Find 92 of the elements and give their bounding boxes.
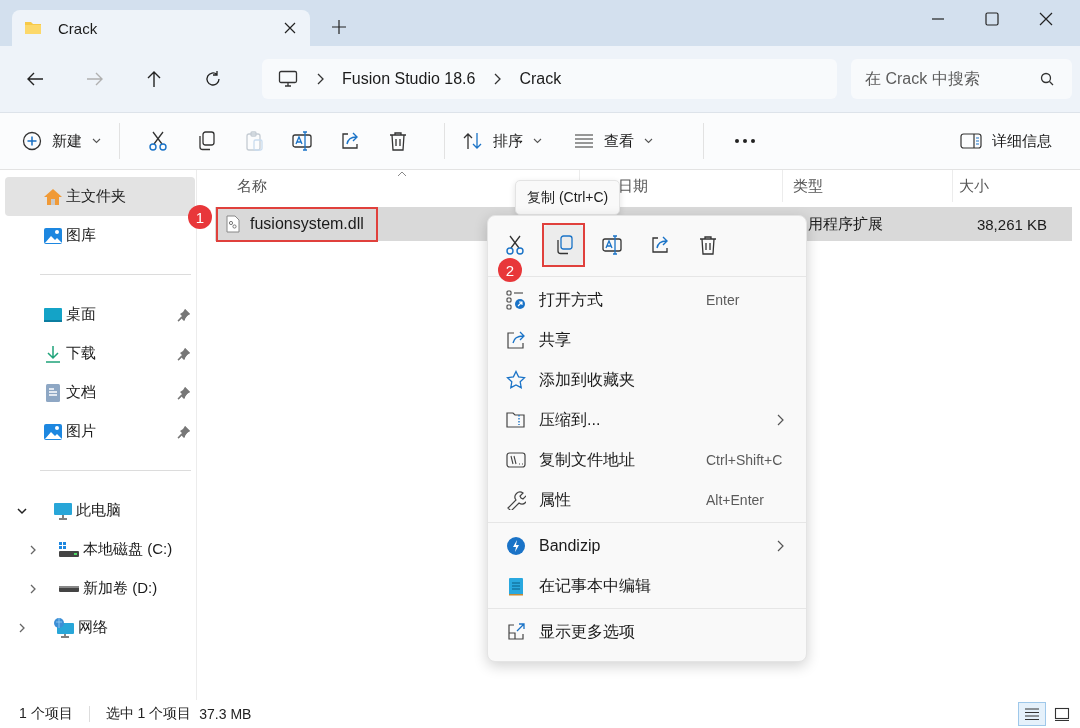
wrench-icon: [506, 490, 526, 510]
drive-icon: [58, 539, 80, 560]
apps-icon: [506, 290, 526, 310]
document-icon: [43, 382, 63, 403]
menu-item[interactable]: 属性 Alt+Enter: [488, 480, 806, 520]
step-badge: 1: [188, 205, 212, 229]
scissors-icon: [147, 130, 169, 152]
drive-icon: [58, 584, 80, 593]
expand-icon: [506, 622, 526, 642]
sidebar-item[interactable]: 文档: [5, 373, 195, 412]
shortcut-hint: Alt+Enter: [706, 492, 764, 508]
dropdown-caret-icon: [533, 138, 542, 144]
search-field[interactable]: 在 Crack 中搜索: [851, 59, 1072, 99]
table-cell-text: 用程序扩展: [807, 214, 884, 234]
download-icon: [43, 343, 63, 364]
new-tab-icon[interactable]: [332, 20, 346, 34]
menu-item[interactable]: 在记事本中编辑: [488, 566, 806, 606]
path-icon: [506, 450, 526, 470]
picture-icon: [43, 421, 63, 442]
back-arrow-icon[interactable]: [26, 71, 44, 87]
sort-arrows-icon: [463, 132, 483, 150]
up-arrow-icon[interactable]: [146, 70, 162, 88]
details-pane-icon: [960, 133, 982, 149]
computer-icon: [53, 500, 73, 521]
scissors-icon: [504, 234, 526, 256]
new-button[interactable]: 新建: [22, 131, 101, 151]
share-icon: [649, 234, 671, 256]
shortcut-hint: Enter: [706, 292, 740, 308]
sidebar-item[interactable]: 桌面: [5, 295, 195, 334]
clipboard-icon: [243, 130, 265, 152]
notepad-icon: [506, 576, 526, 596]
share-icon: [506, 330, 526, 350]
chevron-right-icon: [316, 73, 324, 85]
view-button[interactable]: 查看: [574, 131, 653, 151]
item-count: 1 个项目: [19, 705, 73, 723]
shortcut-hint: Ctrl+Shift+C: [706, 452, 783, 468]
picture-icon: [43, 225, 63, 246]
menu-item[interactable]: 显示更多选项: [488, 612, 806, 652]
breadcrumb-item[interactable]: Fusion Studio 18.6: [342, 70, 476, 88]
address-bar[interactable]: Fusion Studio 18.6 Crack: [262, 59, 837, 99]
menu-item[interactable]: 共享: [488, 320, 806, 360]
sidebar-item[interactable]: 图片: [5, 412, 195, 451]
list-view-icon: [1024, 707, 1040, 721]
maximize-icon[interactable]: [985, 12, 999, 26]
sort-button[interactable]: 排序: [463, 131, 542, 151]
dropdown-caret-icon: [644, 138, 653, 144]
folder-icon: [24, 20, 42, 36]
home-icon: [43, 186, 63, 207]
plus-circle-icon: [22, 131, 42, 151]
close-icon[interactable]: [1039, 12, 1053, 26]
sidebar-item[interactable]: 本地磁盘 (C:): [5, 530, 195, 569]
tab-title: Crack: [58, 19, 99, 37]
sidebar-item[interactable]: 主文件夹: [5, 177, 195, 216]
file-icon: [226, 214, 240, 233]
column-header[interactable]: 类型: [783, 170, 953, 202]
lightning-icon: [506, 536, 526, 556]
selection-count: 选中 1 个项目: [105, 705, 192, 723]
menu-item[interactable]: 添加到收藏夹: [488, 360, 806, 400]
menu-item[interactable]: 压缩到...: [488, 400, 806, 440]
sidebar-item[interactable]: 网络: [5, 608, 195, 647]
tooltip: 复制 (Ctrl+C): [515, 180, 621, 215]
sidebar-item[interactable]: 新加卷 (D:): [5, 569, 195, 608]
network-icon: [53, 617, 75, 638]
zip-folder-icon: [506, 410, 526, 430]
breadcrumb-item[interactable]: Crack: [519, 70, 562, 88]
share-icon: [339, 130, 361, 152]
details-view-button[interactable]: [1018, 702, 1046, 726]
trash-icon: [387, 130, 409, 152]
sidebar-item[interactable]: 此电脑: [5, 491, 195, 530]
list-view-icon: [574, 134, 594, 148]
dropdown-caret-icon: [92, 138, 101, 144]
sort-caret-icon: [397, 171, 407, 177]
computer-icon: [278, 70, 298, 88]
rename-icon: [601, 234, 623, 256]
menu-item[interactable]: 打开方式 Enter: [488, 280, 806, 320]
trash-icon: [697, 234, 719, 256]
table-cell-text: 38,261 KB: [975, 215, 1048, 233]
star-icon: [506, 370, 526, 390]
refresh-icon[interactable]: [204, 70, 222, 88]
sidebar-item[interactable]: 下载: [5, 334, 195, 373]
menu-item[interactable]: Bandizip: [488, 526, 806, 566]
rename-icon: [291, 130, 313, 152]
more-icon[interactable]: [734, 138, 756, 144]
file-name: fusionsystem.dll: [250, 214, 364, 233]
selection-size: 37.3 MB: [199, 706, 252, 722]
chevron-right-icon: [493, 73, 502, 85]
tiles-view-icon: [1054, 707, 1070, 721]
close-icon[interactable]: [284, 22, 296, 34]
tab[interactable]: Crack: [12, 10, 310, 46]
details-button[interactable]: 详细信息: [960, 131, 1052, 151]
column-header[interactable]: 大小: [953, 170, 1063, 202]
menu-item[interactable]: 复制文件地址 Ctrl+Shift+C: [488, 440, 806, 480]
